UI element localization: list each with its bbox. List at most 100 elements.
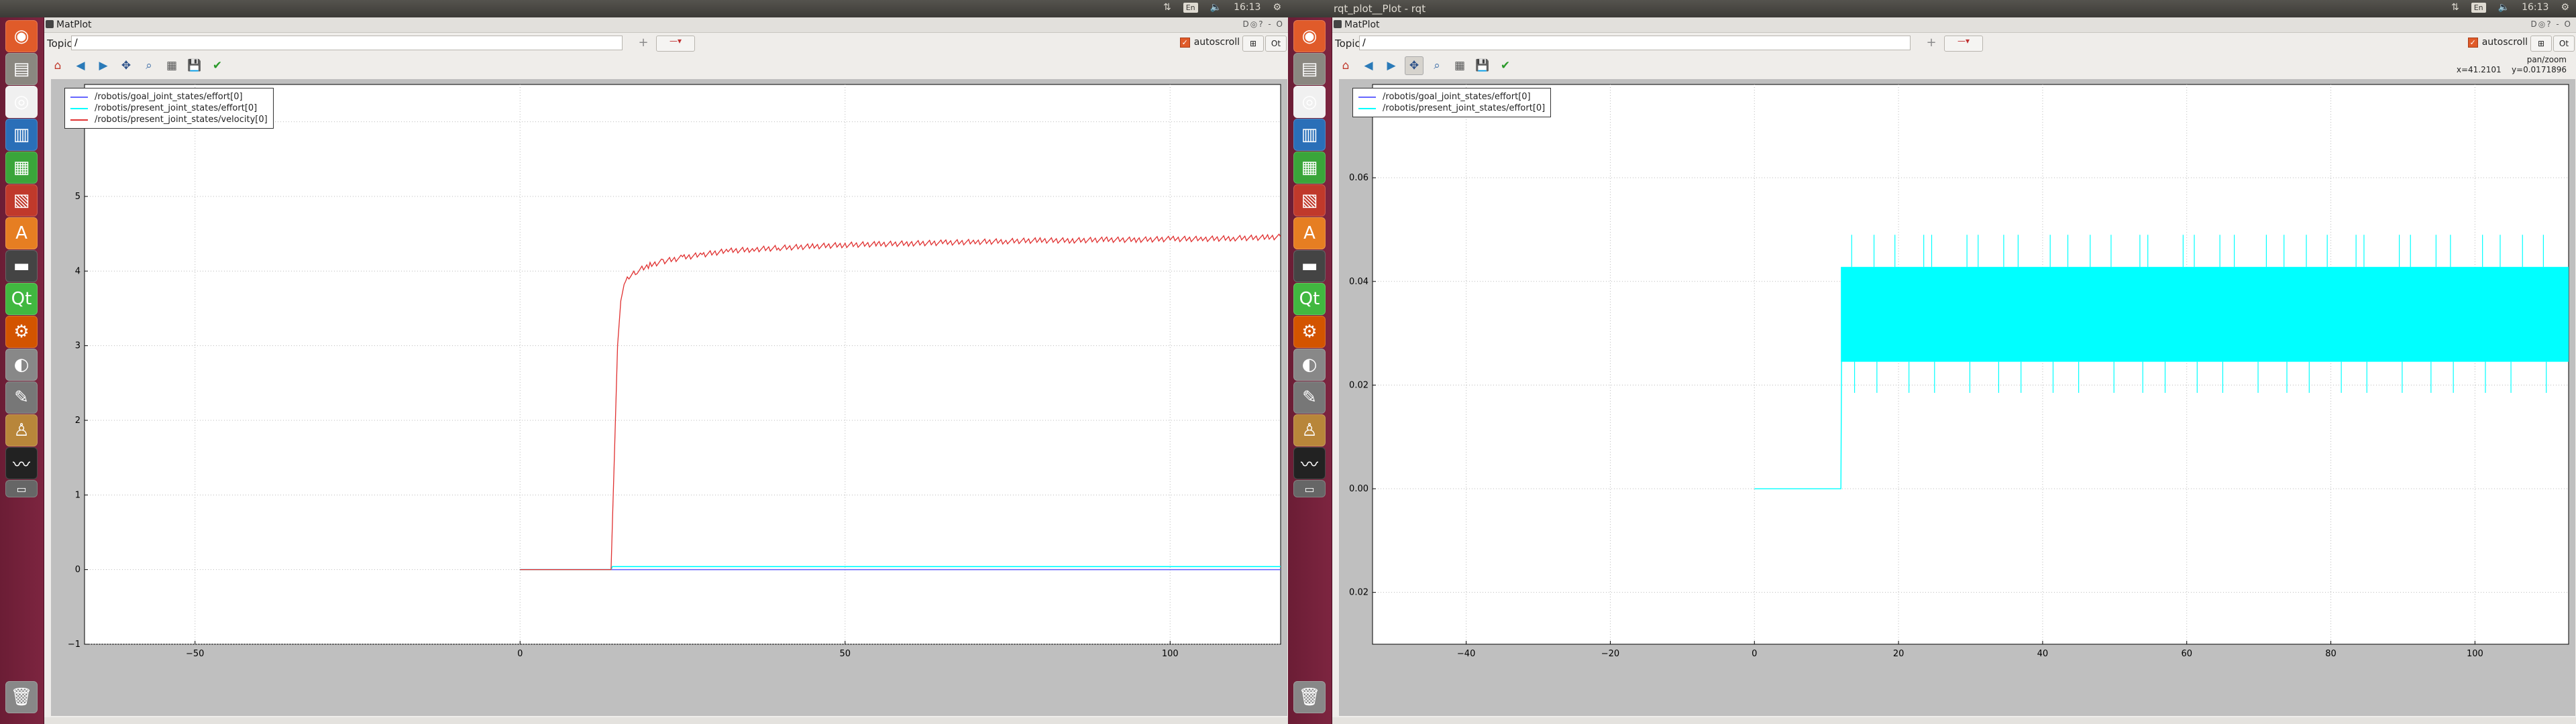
plot-canvas[interactable]: −40 −20 0 20 40 60 80 100 0.02 0.00 0.02 0.04 0.06 /… — [1339, 79, 2575, 716]
legend-label: /robotis/present_joint_states/effort[0] — [95, 103, 258, 113]
legend-swatch — [1358, 107, 1376, 109]
y-tick-label: 0.02 — [1349, 380, 1368, 390]
legend-entry: /robotis/present_joint_states/effort[0] — [1358, 103, 1545, 114]
legend-label: /robotis/goal_joint_states/effort[0] — [1383, 92, 1531, 102]
files-icon[interactable]: ▤ — [5, 53, 38, 85]
add-topic-button[interactable]: + — [1923, 36, 1940, 50]
save-icon[interactable]: 💾 — [1473, 56, 1492, 75]
window-bottom-bar — [1332, 717, 2576, 724]
clock[interactable]: 16:13 — [1234, 2, 1260, 13]
autoscroll-checkbox[interactable]: ✓ — [1179, 37, 1190, 48]
zoom-icon[interactable]: ⌕ — [140, 56, 158, 75]
keyboard-layout-indicator[interactable]: En — [2471, 2, 2486, 13]
network-icon[interactable]: ⇅ — [1163, 2, 1171, 13]
x-tick-label: 60 — [2181, 649, 2192, 659]
impress-icon[interactable]: ▧ — [5, 184, 38, 217]
settings-icon[interactable]: ⚙ — [5, 316, 38, 348]
plot-area — [84, 84, 1281, 645]
home-icon[interactable]: ⌂ — [1336, 56, 1355, 75]
back-icon[interactable]: ◀ — [1359, 56, 1378, 75]
settings-gear-icon[interactable]: ⚙ — [2561, 2, 2569, 13]
legend-swatch — [1358, 96, 1376, 98]
eye-icon[interactable]: ◐ — [5, 349, 38, 381]
terminal-icon[interactable]: ▬ — [5, 250, 38, 282]
text-editor-icon[interactable]: ✎ — [1293, 381, 1326, 414]
qt-creator-icon[interactable]: Qt — [1293, 283, 1326, 315]
autoscroll-toggle[interactable]: ✓ autoscroll — [2467, 37, 2528, 48]
window-controls[interactable]: D◎? - O — [1243, 19, 1284, 29]
plot-svg[interactable]: −40 −20 0 20 40 60 80 100 0.02 0.00 0.02 0.04 0.06 — [1339, 79, 2575, 716]
writer-icon[interactable]: ▥ — [1293, 119, 1326, 151]
plot-svg[interactable]: −50050100−10123456 — [51, 79, 1287, 716]
pause-button[interactable]: ⊞ — [1242, 36, 1264, 52]
zoom-icon[interactable]: ⌕ — [1428, 56, 1446, 75]
pause-button[interactable]: ⊞ — [2530, 36, 2552, 52]
window-controls[interactable]: D◎? - O — [2531, 19, 2572, 29]
configure-icon[interactable]: ▦ — [1450, 56, 1469, 75]
user-manual-icon[interactable]: ♙ — [5, 414, 38, 446]
status-x: x=41.2101 — [2456, 65, 2502, 74]
terminal-icon[interactable]: ▬ — [1293, 250, 1326, 282]
keyboard-layout-indicator[interactable]: En — [1183, 2, 1198, 13]
software-center-icon[interactable]: A — [5, 217, 38, 249]
window-title: MatPlot — [1344, 19, 1380, 30]
forward-icon[interactable]: ▶ — [1382, 56, 1401, 75]
check-icon[interactable]: ✔ — [208, 56, 227, 75]
impress-icon[interactable]: ▧ — [1293, 184, 1326, 217]
system-monitor-icon[interactable]: 〰 — [1293, 447, 1326, 479]
home-icon[interactable]: ⌂ — [48, 56, 67, 75]
pan-icon[interactable]: ✥ — [117, 56, 136, 75]
legend-entry: /robotis/present_joint_states/effort[0] — [70, 103, 268, 114]
y-tick-label: 0.06 — [1349, 173, 1368, 183]
chrome-icon[interactable]: ◎ — [5, 86, 38, 118]
clear-button[interactable]: Ot — [1265, 36, 1287, 52]
forward-icon[interactable]: ▶ — [94, 56, 113, 75]
ubuntu-dash-icon[interactable]: ◉ — [1293, 20, 1326, 52]
topic-row: Topic + —▾ ✓ autoscroll ⊞ Ot — [44, 34, 1288, 54]
clock[interactable]: 16:13 — [2522, 2, 2548, 13]
autoscroll-toggle[interactable]: ✓ autoscroll — [1179, 37, 1240, 48]
workspace-icon[interactable]: ▭ — [5, 480, 38, 497]
writer-icon[interactable]: ▥ — [5, 119, 38, 151]
calc-icon[interactable]: ▦ — [1293, 152, 1326, 184]
pan-icon[interactable]: ✥ — [1405, 56, 1424, 75]
save-icon[interactable]: 💾 — [185, 56, 204, 75]
files-icon[interactable]: ▤ — [1293, 53, 1326, 85]
back-icon[interactable]: ◀ — [71, 56, 90, 75]
plot-toolbar: ⌂ ◀ ▶ ✥ ⌕ ▦ 💾 ✔ — [48, 56, 227, 75]
legend-label: /robotis/present_joint_states/effort[0] — [1383, 103, 1546, 113]
clear-button[interactable]: Ot — [2553, 36, 2575, 52]
calc-icon[interactable]: ▦ — [5, 152, 38, 184]
eye-icon[interactable]: ◐ — [1293, 349, 1326, 381]
remove-topic-dropdown[interactable]: —▾ — [1944, 36, 1983, 52]
settings-icon[interactable]: ⚙ — [1293, 316, 1326, 348]
software-center-icon[interactable]: A — [1293, 217, 1326, 249]
volume-icon[interactable]: 🔈 — [1210, 2, 1222, 13]
settings-gear-icon[interactable]: ⚙ — [1273, 2, 1281, 13]
network-icon[interactable]: ⇅ — [2451, 2, 2459, 13]
check-icon[interactable]: ✔ — [1496, 56, 1515, 75]
legend-entry: /robotis/goal_joint_states/effort[0] — [70, 91, 268, 103]
launcher: ◉ ▤ ◎ ▥ ▦ ▧ A ▬ Qt ⚙ ◐ ✎ ♙ 〰 ▭ 🗑 — [1288, 17, 1332, 724]
configure-icon[interactable]: ▦ — [162, 56, 181, 75]
topic-input[interactable] — [1359, 36, 1911, 50]
x-tick-label: 0 — [517, 649, 523, 659]
volume-icon[interactable]: 🔈 — [2498, 2, 2510, 13]
ubuntu-dash-icon[interactable]: ◉ — [5, 20, 38, 52]
topic-input[interactable] — [71, 36, 623, 50]
x-tick-label: 80 — [2325, 649, 2337, 659]
chrome-icon[interactable]: ◎ — [1293, 86, 1326, 118]
add-topic-button[interactable]: + — [635, 36, 652, 50]
x-tick-label: −20 — [1601, 649, 1619, 659]
text-editor-icon[interactable]: ✎ — [5, 381, 38, 414]
x-tick-label: 20 — [1893, 649, 1904, 659]
system-monitor-icon[interactable]: 〰 — [5, 447, 38, 479]
workspace-icon[interactable]: ▭ — [1293, 480, 1326, 497]
user-manual-icon[interactable]: ♙ — [1293, 414, 1326, 446]
qt-creator-icon[interactable]: Qt — [5, 283, 38, 315]
trash-icon[interactable]: 🗑 — [5, 681, 38, 713]
remove-topic-dropdown[interactable]: —▾ — [656, 36, 695, 52]
plot-canvas[interactable]: −50050100−10123456 /robotis/goal_joint_s… — [51, 79, 1287, 716]
trash-icon[interactable]: 🗑 — [1293, 681, 1326, 713]
autoscroll-checkbox[interactable]: ✓ — [2467, 37, 2478, 48]
